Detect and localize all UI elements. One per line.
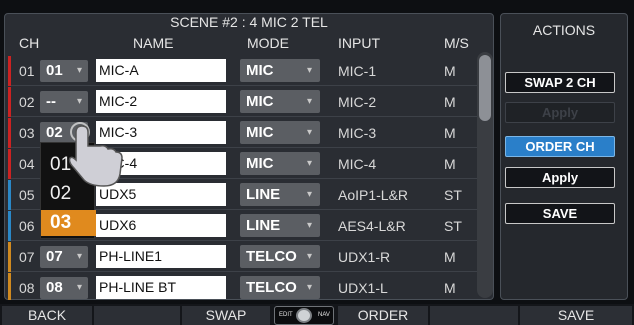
channel-select-value: 08 <box>46 279 63 296</box>
channel-name-field[interactable]: PH-LINE BT <box>96 276 226 299</box>
ms-value: M <box>444 94 456 110</box>
header-name: NAME <box>133 35 174 51</box>
order-softkey[interactable]: ORDER <box>338 306 428 325</box>
ms-value: M <box>444 156 456 172</box>
mode-select[interactable]: MIC ▾ <box>240 59 320 82</box>
input-value: UDX1-R <box>338 249 391 265</box>
row-accent <box>8 87 11 117</box>
mode-value: LINE <box>246 217 281 234</box>
chevron-down-icon: ▾ <box>306 220 312 231</box>
channel-number: 06 <box>19 218 35 234</box>
scrollbar-thumb[interactable] <box>479 55 491 121</box>
channel-name-field[interactable]: UDX6 <box>96 214 226 237</box>
mode-select[interactable]: TELCO ▾ <box>240 276 320 299</box>
row-accent <box>8 149 11 179</box>
mode-select[interactable]: TELCO ▾ <box>240 245 320 268</box>
save-softkey[interactable]: SAVE <box>520 306 632 325</box>
chevron-down-icon: ▾ <box>306 282 312 293</box>
ms-value: M <box>444 280 456 296</box>
chevron-down-icon: ▾ <box>306 189 312 200</box>
swap-softkey[interactable]: SWAP <box>182 306 270 325</box>
channel-select-value: 02 <box>46 124 63 141</box>
mode-value: TELCO <box>246 279 297 296</box>
actions-title: ACTIONS <box>532 22 596 38</box>
back-softkey[interactable]: BACK <box>2 306 92 325</box>
mode-select[interactable]: MIC ▾ <box>240 90 320 113</box>
channel-number: 05 <box>19 187 35 203</box>
edit-label: EDIT <box>279 312 293 318</box>
mode-value: MIC <box>246 62 274 79</box>
channel-select-value: 01 <box>46 62 63 79</box>
softkey-blank-1[interactable] <box>94 306 180 325</box>
ms-value: ST <box>444 187 462 203</box>
input-value: UDX1-L <box>338 280 388 296</box>
chevron-down-icon: ▾ <box>306 251 312 262</box>
header-ms: M/S <box>444 35 469 51</box>
ms-value: M <box>444 125 456 141</box>
toggle-knob-icon <box>296 308 312 323</box>
scene-title: SCENE #2 : 4 MIC 2 TEL <box>170 14 328 30</box>
channel-select[interactable]: 08 ▾ <box>40 277 88 299</box>
mode-select[interactable]: MIC ▾ <box>240 152 320 175</box>
chevron-down-icon: ▾ <box>76 65 82 76</box>
softkey-blank-2[interactable] <box>430 306 518 325</box>
channel-name-field[interactable]: PH-LINE1 <box>96 245 226 268</box>
channel-select-value: 07 <box>46 248 63 265</box>
save-actions-button[interactable]: SAVE <box>505 203 615 224</box>
row-accent <box>8 118 11 148</box>
mode-value: MIC <box>246 93 274 110</box>
row-accent <box>8 273 11 300</box>
mode-value: LINE <box>246 186 281 203</box>
channel-number: 02 <box>19 94 35 110</box>
nav-label: NAV <box>318 312 330 318</box>
dropdown-option-selected[interactable]: 03 <box>41 210 96 236</box>
channel-number: 04 <box>19 156 35 172</box>
input-value: MIC-3 <box>338 125 377 141</box>
hand-pointer-icon <box>68 122 123 187</box>
mode-value: MIC <box>246 124 274 141</box>
channel-number: 08 <box>19 280 35 296</box>
mode-value: TELCO <box>246 248 297 265</box>
edit-nav-toggle[interactable]: EDIT NAV <box>274 306 334 325</box>
row-accent <box>8 56 11 86</box>
channel-select[interactable]: 01 ▾ <box>40 60 88 82</box>
channel-name-field[interactable]: MIC-A <box>96 59 226 82</box>
input-value: AES4-L&R <box>338 218 406 234</box>
input-value: MIC-4 <box>338 156 377 172</box>
chevron-down-icon: ▾ <box>306 158 312 169</box>
row-accent <box>8 211 11 241</box>
channel-number: 01 <box>19 63 35 79</box>
apply-swap-button[interactable]: Apply <box>505 102 615 123</box>
chevron-down-icon: ▾ <box>76 251 82 262</box>
channel-select[interactable]: 07 ▾ <box>40 246 88 268</box>
mode-select[interactable]: LINE ▾ <box>240 183 320 206</box>
chevron-down-icon: ▾ <box>76 282 82 293</box>
chevron-down-icon: ▾ <box>306 127 312 138</box>
input-value: MIC-1 <box>338 63 377 79</box>
channel-name-field[interactable]: MIC-2 <box>96 90 226 113</box>
ms-value: M <box>444 63 456 79</box>
mode-select[interactable]: MIC ▾ <box>240 121 320 144</box>
row-accent <box>8 180 11 210</box>
chevron-down-icon: ▾ <box>306 96 312 107</box>
row-accent <box>8 242 11 272</box>
header-ch: CH <box>19 35 40 51</box>
ms-value: M <box>444 249 456 265</box>
ms-value: ST <box>444 218 462 234</box>
apply-order-button[interactable]: Apply <box>505 167 615 188</box>
header-input: INPUT <box>338 35 380 51</box>
mode-value: MIC <box>246 155 274 172</box>
input-value: MIC-2 <box>338 94 377 110</box>
mode-select[interactable]: LINE ▾ <box>240 214 320 237</box>
channel-select[interactable]: -- ▾ <box>40 91 88 113</box>
chevron-down-icon: ▾ <box>76 96 82 107</box>
swap-2-ch-button[interactable]: SWAP 2 CH <box>505 72 615 93</box>
channel-number: 03 <box>19 125 35 141</box>
input-value: AoIP1-L&R <box>338 187 409 203</box>
header-mode: MODE <box>247 35 289 51</box>
channel-number: 07 <box>19 249 35 265</box>
chevron-down-icon: ▾ <box>306 65 312 76</box>
channel-select-value: -- <box>46 93 56 110</box>
order-ch-button[interactable]: ORDER CH <box>505 136 615 157</box>
